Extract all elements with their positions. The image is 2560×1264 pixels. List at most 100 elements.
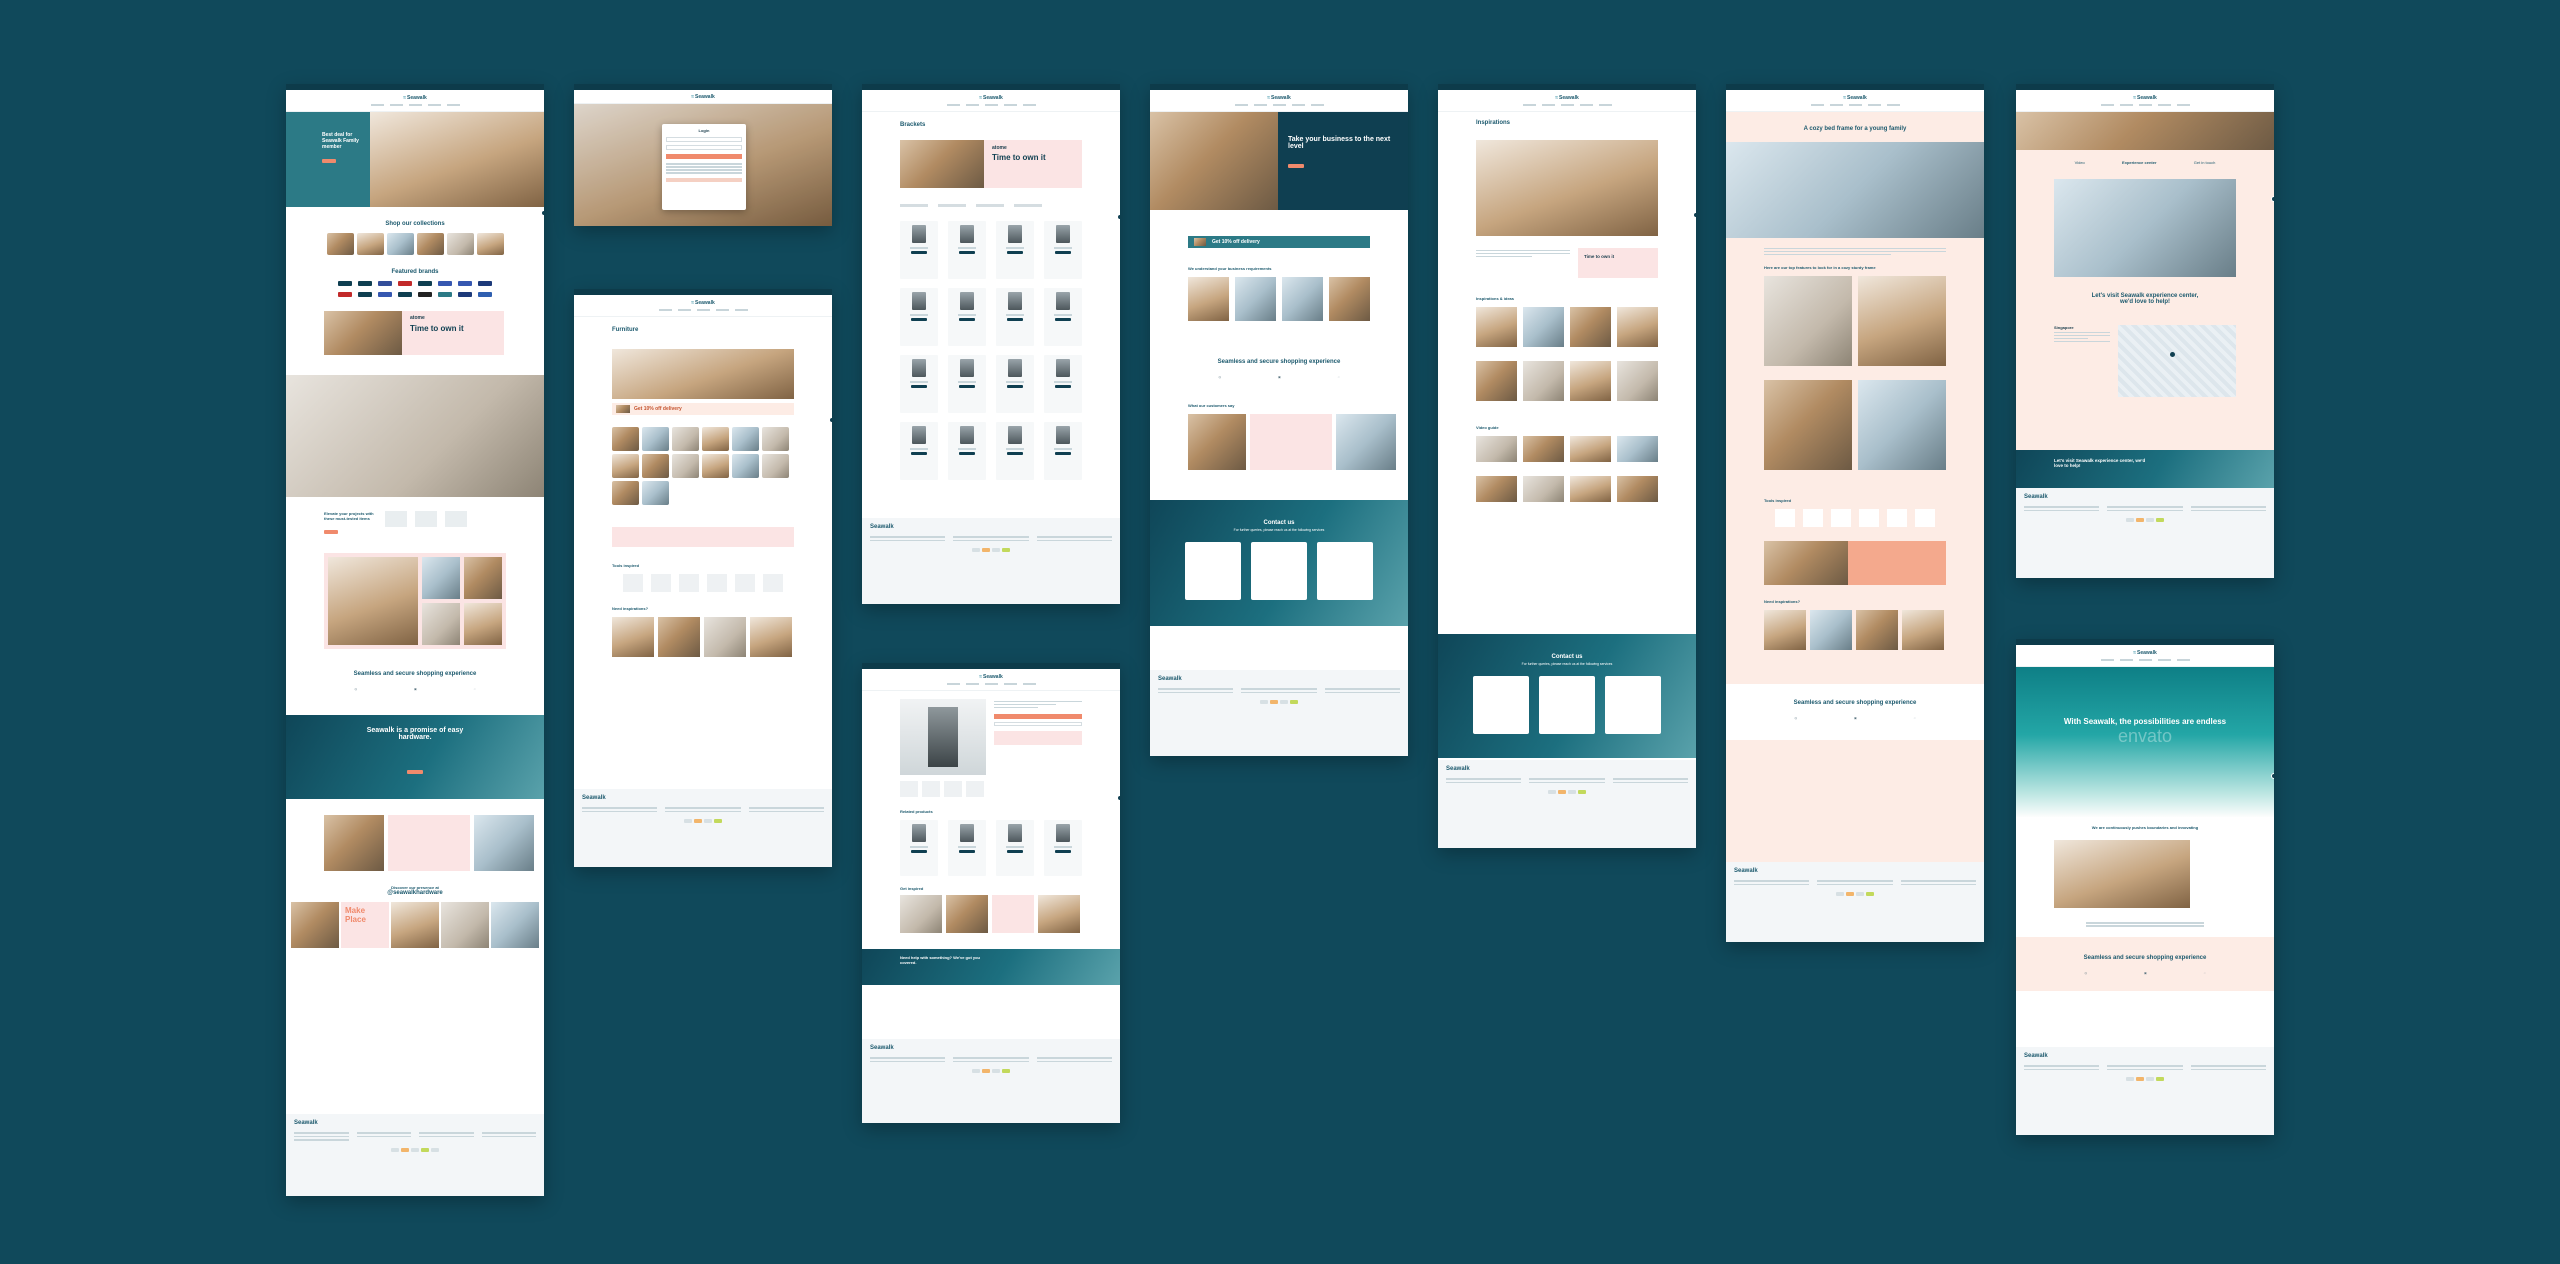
atome-promo[interactable]: atome Time to own it [324,311,504,355]
business-delivery-banner[interactable]: Get 10% off delivery [1188,236,1370,248]
wave-icon: ≈ [403,95,406,101]
logo[interactable]: ≈ Seawalk [403,95,427,101]
article-tools-carousel[interactable] [1726,509,1984,527]
instagram-handle[interactable]: @seawalkhardware [286,890,544,896]
experience-banner-title: Let's visit Seawalk experience center, w… [2054,458,2146,468]
inspirations-contact-cards[interactable] [1438,676,1696,734]
related-title: Related products [900,809,933,814]
insta-pink-text: Make Place [341,902,389,948]
product-thumbnails[interactable] [900,781,986,797]
chat-icon[interactable] [1693,212,1696,218]
brands-row-2[interactable] [286,292,544,297]
brands-title: Featured brands [391,269,439,275]
promise-title: Seawalk is a promise of easy hardware. [366,727,464,741]
seamless-title: Seamless and secure shopping experience [353,671,477,677]
experience-banner[interactable]: Let's visit Seawalk experience center, w… [2016,450,2274,488]
chat-icon[interactable] [1117,214,1120,220]
delivery-banner[interactable]: Get 10% off delivery [612,403,794,415]
inspirations-contact-title: Contact us [1551,654,1583,660]
video-title: Video guide [1476,425,1499,430]
testimonials[interactable] [286,799,544,871]
instagram-gallery[interactable]: Make Place [286,902,544,948]
business-hero: Take your business to the next level [1150,112,1408,210]
brackets-promo-brand: atome [992,145,1007,151]
customer-testimonials[interactable] [1188,414,1408,470]
location-map[interactable] [2118,325,2236,397]
login-title: Login [698,128,710,133]
furniture-info-banner[interactable] [612,527,794,547]
experience-tabs[interactable]: Video Experience center Get in touch [2016,150,2274,165]
chat-icon[interactable] [541,210,544,216]
article-inspiration-gallery[interactable] [1764,610,1946,650]
page-product: ≈ Seawalk Related products Get inspired N… [862,663,1120,1123]
product-grid[interactable] [900,221,1082,480]
hero-image [370,112,544,207]
footer: Seawalk [286,1114,544,1196]
brands-row-1[interactable] [286,281,544,286]
elevate-button[interactable] [324,530,338,534]
tools-title: Tools inspired [612,563,640,568]
filter-bar[interactable] [900,204,1082,207]
page-article: ≈ Seawalk A cozy bed frame for a young fa… [1726,84,1984,942]
elevate-products[interactable] [385,511,467,539]
elevate-gallery[interactable] [324,553,506,649]
features-grid[interactable] [1764,276,1946,470]
page-furniture: ≈ Seawalk Furniture Get 10% off delivery … [574,289,832,867]
tools-carousel[interactable] [612,574,794,592]
register-link[interactable] [666,177,742,182]
chat-icon[interactable] [2271,773,2274,779]
service-icons: ◎ ▣ ◌ [354,687,476,691]
chat-icon[interactable] [829,417,832,423]
business-service-icons: ◎ ▣ ◌ [1218,375,1340,379]
furniture-banner [612,349,794,399]
nav-bar[interactable] [370,104,460,106]
inspiration-gallery[interactable] [612,617,794,657]
hero-cta-button[interactable] [322,159,336,163]
contact-cards[interactable] [1150,542,1408,600]
article-promo[interactable] [1764,541,1946,585]
help-banner[interactable]: Need help with something? We've got you … [862,949,1120,985]
experience-image [2054,179,2236,277]
tab-get-in-touch[interactable]: Get in touch [2194,160,2216,165]
login-button[interactable] [666,154,742,159]
customers-title: What our customers say [1188,403,1235,408]
requirements-title: We understand your business requirements [1188,266,1272,271]
video-grid[interactable] [1476,436,1658,502]
add-to-cart-button[interactable] [994,714,1082,719]
email-field[interactable] [666,137,742,142]
footer-logo[interactable]: Seawalk [294,1120,536,1126]
quantity-stepper[interactable] [994,722,1082,726]
inspirations-contact: Contact us For further queries, please r… [1438,634,1696,758]
collections-title: Shop our collections [385,221,445,227]
home-hero: Best deal for Seawalk Family member [286,112,544,207]
chat-icon[interactable] [1117,795,1120,801]
collections-grid[interactable] [286,233,544,255]
about-watermark: envato [2117,726,2173,746]
chat-icon[interactable] [2271,196,2274,202]
inspiration-title: Need inspirations? [612,606,649,611]
inspirations-contact-sub: For further queries, please reach us at … [1521,662,1613,666]
elevate-title: Elevate your projects with these must-te… [324,511,374,521]
brackets-promo[interactable]: atome Time to own it [900,140,1082,188]
furniture-categories[interactable] [612,427,794,505]
promise-button[interactable] [407,770,423,774]
inspirations-promo[interactable]: Time to own it [1578,248,1658,278]
login-modal[interactable]: Login [662,124,746,210]
article-title: A cozy bed frame for a young family [1803,126,1907,132]
product-details [994,699,1082,797]
contact-title: Contact us [1263,520,1295,526]
help-title: Need help with something? We've got you … [900,955,980,965]
password-field[interactable] [666,145,742,150]
ideas-grid[interactable] [1476,307,1658,401]
page-brackets: ≈ Seawalk Brackets atome Time to own it S… [862,84,1120,604]
features-title: Here are our top features to look for in… [1764,265,1876,270]
business-hero-button[interactable] [1288,164,1304,168]
visit-title: Let's visit Seawalk experience center, w… [2091,293,2199,305]
delivery-text: Get 10% off delivery [634,406,682,412]
related-products[interactable] [900,820,1082,876]
tab-experience-center[interactable]: Experience center [2122,160,2156,165]
inspired-gallery[interactable] [900,895,1082,933]
hero-title: Best deal for Seawalk Family member [322,132,359,150]
requirements-cards[interactable] [1188,277,1370,321]
tab-video[interactable]: Video [2075,160,2085,165]
